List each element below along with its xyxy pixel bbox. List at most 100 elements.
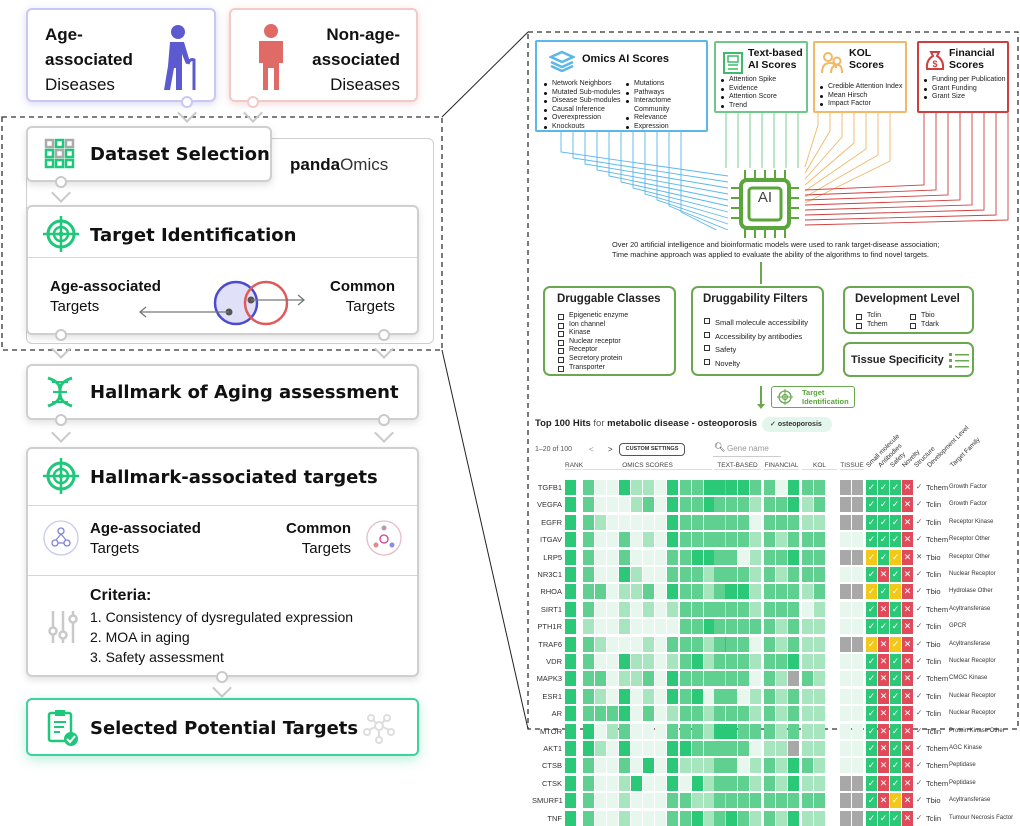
heat-cell — [643, 532, 654, 548]
heat-cell — [667, 549, 678, 565]
heat-cell — [738, 480, 749, 495]
wire — [804, 113, 937, 196]
heat-cell — [814, 793, 825, 809]
check-icon: ✓ — [890, 654, 901, 669]
filter-item: Novelty — [703, 357, 808, 371]
gene-name: CTSB — [541, 761, 562, 771]
heat-cell — [595, 706, 606, 722]
heat-cell — [619, 706, 630, 722]
tissue-cell — [840, 619, 851, 635]
check-icon: ✓ — [916, 725, 923, 735]
document-icon — [723, 52, 743, 74]
heat-cell — [692, 688, 703, 704]
heat-cell — [565, 741, 576, 756]
heat-cell — [680, 567, 691, 582]
custom-settings-button[interactable]: CUSTOM SETTINGS — [619, 443, 685, 456]
cross-icon: ✕ — [902, 758, 913, 774]
column-group-header: TISSUE — [840, 462, 864, 470]
dev-item: Tdark — [909, 321, 939, 330]
check-icon: ✓ — [916, 534, 923, 544]
omics-item: Mutated Sub-modules — [543, 89, 620, 98]
heat-cell — [714, 619, 725, 635]
heat-cell — [714, 775, 725, 791]
tissue-cell — [840, 688, 851, 704]
heat-cell — [631, 619, 642, 635]
heat-cell — [764, 758, 775, 774]
common-targets-sub: Targets — [345, 298, 395, 315]
tissue-cell — [852, 741, 863, 756]
pandaomics-logo: pandaOmics — [290, 155, 389, 174]
tissue-cell — [840, 758, 851, 774]
heat-cell — [565, 775, 576, 791]
heat-cell — [631, 567, 642, 582]
heat-cell — [583, 758, 594, 774]
heat-cell — [631, 723, 642, 739]
heat-cell — [764, 584, 775, 600]
filter-item: Small molecule accessibility — [703, 316, 808, 330]
check-icon: ✓ — [866, 706, 877, 722]
class-item: Kinase — [557, 329, 628, 338]
heat-cell — [680, 584, 691, 600]
grid-icon — [44, 138, 75, 169]
tissue-cell — [840, 793, 851, 809]
financial-title-line1: Financial — [949, 47, 995, 59]
check-icon: ✓ — [878, 810, 889, 826]
heat-cell — [595, 741, 606, 756]
gene-search-input[interactable]: 🔍︎ Gene name — [713, 442, 781, 457]
cross-icon: ✕ — [902, 723, 913, 739]
tissue-cell — [852, 567, 863, 582]
heat-cell — [643, 636, 654, 652]
heat-cell — [680, 810, 691, 826]
heat-cell — [655, 584, 666, 600]
divider — [28, 257, 417, 258]
heat-cell — [619, 654, 630, 669]
heat-cell — [680, 532, 691, 548]
network-icon — [43, 520, 79, 556]
gene-name: ESR1 — [542, 691, 562, 701]
heat-cell — [655, 601, 666, 617]
heat-cell — [565, 758, 576, 774]
heat-cell — [738, 741, 749, 756]
gene-name: RHOA — [540, 587, 562, 597]
development-level-box: Development Level Tclin Tchem Tbio Tdark — [843, 286, 974, 334]
check-icon: ✓ — [890, 758, 901, 774]
badge-line1: Target — [802, 388, 825, 397]
heat-cell — [776, 688, 787, 704]
prev-page-button[interactable]: < — [589, 445, 594, 454]
heat-cell — [726, 514, 737, 530]
heat-cell — [583, 706, 594, 722]
heat-cell — [776, 584, 787, 600]
target-icon — [43, 458, 79, 494]
cross-icon: ✕ — [902, 584, 913, 600]
heat-cell — [595, 497, 606, 513]
heat-cell — [802, 532, 813, 548]
check-icon: ✓ — [890, 723, 901, 739]
class-item: Nuclear receptor — [557, 338, 628, 347]
caption-line2: Time machine approach was applied to eva… — [612, 249, 929, 259]
heat-cell — [565, 619, 576, 635]
heat-cell — [802, 567, 813, 582]
heat-cell — [692, 758, 703, 774]
next-page-button[interactable]: > — [608, 445, 613, 454]
divider — [28, 575, 417, 576]
heat-cell — [738, 619, 749, 635]
heat-cell — [643, 671, 654, 687]
heat-cell — [595, 688, 606, 704]
heat-cell — [680, 480, 691, 495]
heat-cell — [583, 619, 594, 635]
heat-cell — [667, 671, 678, 687]
target-family: Acyltransferase — [949, 640, 991, 647]
development-level-title: Development Level — [855, 293, 960, 305]
heat-cell — [750, 793, 761, 809]
heat-cell — [619, 775, 630, 791]
class-item: Secretory protein — [557, 355, 628, 364]
tissue-cell — [852, 706, 863, 722]
heat-cell — [692, 532, 703, 548]
table-title: Top 100 Hits for metabolic disease - ost… — [535, 418, 758, 429]
disease-chip[interactable]: ✓ osteoporosis — [762, 417, 832, 432]
clipboard-check-icon — [47, 710, 78, 746]
development-level: Tclin — [926, 570, 942, 579]
check-icon: ✓ — [878, 497, 889, 513]
tissue-cell — [852, 584, 863, 600]
class-item: Receptor — [557, 346, 628, 355]
